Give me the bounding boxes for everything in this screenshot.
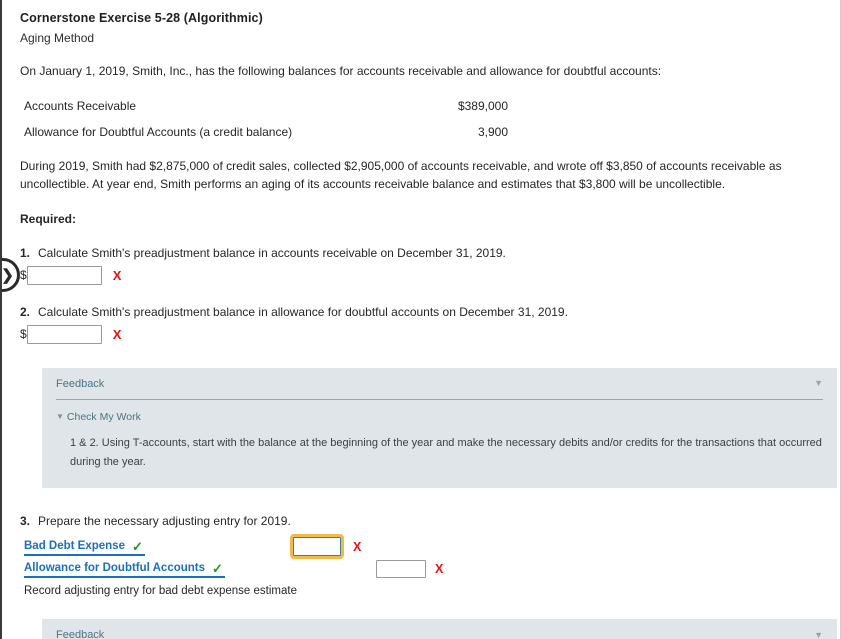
check-icon: ✓: [131, 538, 143, 554]
journal-entry-incorrect-icon-1: X: [353, 539, 362, 554]
feedback-panel-1-header: Feedback ▼: [56, 378, 823, 400]
requirement-2: 2. Calculate Smith's preadjustment balan…: [20, 305, 840, 344]
journal-entry-account-cell-2: Allowance for Doubtful Accounts ✓: [20, 560, 290, 578]
requirement-1: 1. Calculate Smith's preadjustment balan…: [20, 246, 840, 285]
chevron-right-icon: ❯: [1, 266, 14, 284]
check-my-work-label: Check My Work: [66, 410, 141, 423]
feedback-title: Feedback: [56, 629, 105, 639]
opening-balances-table: Accounts Receivable $389,000 Allowance f…: [20, 93, 510, 145]
triangle-down-icon: ▼: [56, 412, 64, 422]
check-my-work-body-1: 1 & 2. Using T-accounts, start with the …: [70, 436, 822, 469]
balance-amount: 3,900: [477, 124, 508, 139]
requirement-1-incorrect-icon: X: [112, 267, 122, 283]
collapse-triangle-icon[interactable]: ▼: [814, 630, 823, 639]
journal-entry-incorrect-icon-2: X: [435, 561, 444, 576]
account-select-allowance-for-doubtful-accounts[interactable]: Allowance for Doubtful Accounts ✓: [24, 562, 225, 578]
balance-label: Accounts Receivable: [24, 98, 137, 113]
requirement-1-answer-row: $ X: [20, 265, 840, 285]
collapse-triangle-icon[interactable]: ▼: [814, 379, 823, 388]
journal-entry-row-2: Allowance for Doubtful Accounts ✓ X: [20, 558, 840, 579]
requirement-2-incorrect-icon: X: [112, 326, 122, 342]
account-select-bad-debt-expense[interactable]: Bad Debt Expense ✓: [24, 540, 145, 556]
narrative-paragraph: During 2019, Smith had $2,875,000 of cre…: [20, 158, 782, 192]
journal-entry-account-cell-1: Bad Debt Expense ✓: [20, 538, 290, 556]
balance-amount: $389,000: [457, 98, 508, 113]
check-my-work-toggle-1[interactable]: ▼ Check My Work: [56, 411, 823, 423]
feedback-panel-1: Feedback ▼ ▼ Check My Work 1 & 2. Using …: [42, 367, 837, 489]
journal-entry-table: Bad Debt Expense ✓ X Allowance for Doubt…: [20, 534, 840, 598]
table-row: Accounts Receivable $389,000: [20, 93, 510, 119]
requirement-2-input[interactable]: [26, 324, 102, 344]
table-row: Allowance for Doubtful Accounts (a credi…: [20, 119, 510, 145]
exercise-content: Cornerstone Exercise 5-28 (Algorithmic) …: [2, 11, 840, 639]
page-subtitle: Aging Method: [20, 31, 95, 45]
currency-symbol: $: [20, 327, 27, 342]
requirement-3-text: Prepare the necessary adjusting entry fo…: [38, 514, 291, 529]
feedback-title: Feedback: [56, 377, 105, 390]
requirement-1-number: 1.: [20, 245, 31, 260]
requirement-3: 3. Prepare the necessary adjusting entry…: [20, 514, 840, 528]
exercise-page: ❯ Cornerstone Exercise 5-28 (Algorithmic…: [0, 0, 841, 639]
page-title: Cornerstone Exercise 5-28 (Algorithmic): [20, 11, 263, 25]
feedback-panel-2: Feedback ▼ ▼ Check My Work 3. The aging …: [42, 619, 837, 639]
feedback-panel-2-header: Feedback ▼: [56, 629, 823, 639]
journal-entry-memo: Record adjusting entry for bad debt expe…: [24, 585, 297, 598]
requirement-2-header: 2. Calculate Smith's preadjustment balan…: [20, 305, 840, 319]
requirement-2-text: Calculate Smith's preadjustment balance …: [38, 304, 568, 319]
requirement-1-input[interactable]: [26, 265, 102, 285]
journal-entry-credit-input-2[interactable]: [376, 559, 426, 578]
account-label: Bad Debt Expense: [24, 540, 125, 553]
journal-entry-row-1: Bad Debt Expense ✓ X: [20, 534, 840, 560]
check-icon: ✓: [212, 560, 223, 576]
journal-entry-debit-cell-1: X: [290, 534, 376, 560]
required-heading: Required:: [20, 211, 77, 226]
journal-entry-debit-input-1[interactable]: [293, 537, 341, 557]
requirement-1-header: 1. Calculate Smith's preadjustment balan…: [20, 246, 840, 260]
currency-symbol: $: [20, 268, 27, 283]
requirement-1-text: Calculate Smith's preadjustment balance …: [38, 245, 506, 260]
account-label: Allowance for Doubtful Accounts: [24, 562, 206, 575]
journal-entry-credit-cell-2: X: [376, 559, 462, 578]
requirement-2-number: 2.: [20, 304, 31, 319]
requirement-3-header: 3. Prepare the necessary adjusting entry…: [20, 514, 840, 528]
balance-label: Allowance for Doubtful Accounts (a credi…: [24, 124, 293, 139]
requirement-2-answer-row: $ X: [20, 324, 840, 344]
requirement-3-number: 3.: [20, 514, 31, 529]
intro-paragraph: On January 1, 2019, Smith, Inc., has the…: [20, 64, 662, 78]
debit-input-focus-ring: [290, 534, 344, 560]
